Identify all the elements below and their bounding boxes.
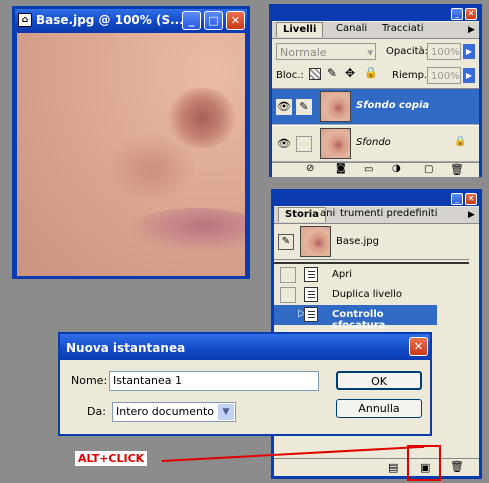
- annotation-highlight-box: [407, 445, 441, 481]
- annotation-line: [161, 446, 424, 462]
- annotation-arrow: [161, 445, 441, 481]
